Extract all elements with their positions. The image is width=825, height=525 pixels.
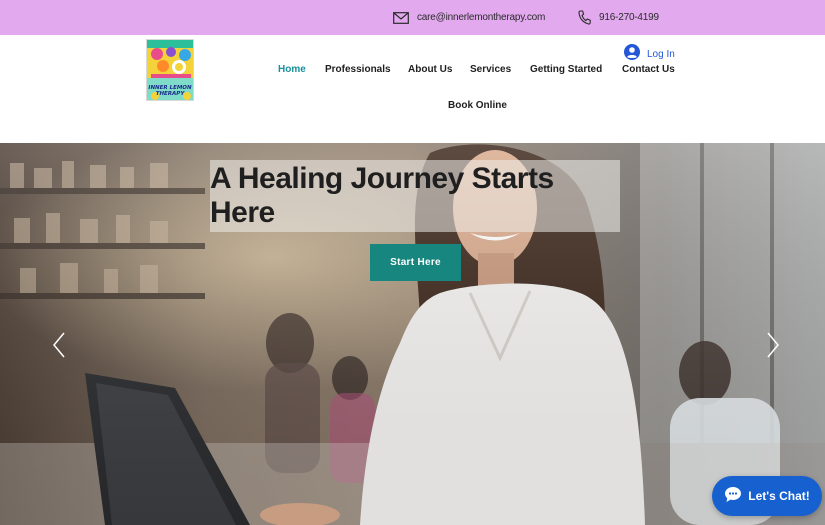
site-header: INNER LEMON THERAPY Log In Home Professi… [0, 35, 825, 143]
chat-button[interactable]: Let's Chat! [712, 476, 822, 516]
user-avatar-icon [624, 44, 640, 64]
email-contact[interactable]: care@innerlemontherapy.com [393, 0, 545, 35]
hero-slideshow: A Healing Journey Starts Here Start Here [0, 143, 825, 525]
phone-number[interactable]: 916-270-4199 [599, 12, 659, 23]
hero-headline: A Healing Journey Starts Here [210, 162, 554, 229]
chevron-right-icon[interactable] [766, 331, 780, 359]
headline-box: A Healing Journey Starts Here [210, 160, 620, 232]
logo-text: INNER LEMON THERAPY [148, 85, 192, 97]
mail-icon [393, 11, 409, 24]
nav-getting-started[interactable]: Getting Started [530, 64, 602, 75]
nav-about-us[interactable]: About Us [408, 64, 452, 75]
phone-contact[interactable]: 916-270-4199 [578, 0, 659, 35]
email-address[interactable]: care@innerlemontherapy.com [417, 12, 545, 23]
login-label[interactable]: Log In [647, 49, 675, 60]
chat-label[interactable]: Let's Chat! [748, 489, 810, 503]
phone-icon [578, 10, 591, 25]
nav-contact-us[interactable]: Contact Us [622, 64, 675, 75]
nav-home[interactable]: Home [278, 64, 306, 75]
nav-professionals[interactable]: Professionals [325, 64, 391, 75]
top-contact-bar: care@innerlemontherapy.com 916-270-4199 [0, 0, 825, 35]
nav-services[interactable]: Services [470, 64, 511, 75]
chat-bubble-icon [724, 486, 742, 507]
site-logo[interactable]: INNER LEMON THERAPY [146, 39, 194, 101]
login-button[interactable]: Log In [624, 44, 675, 64]
nav-book-online[interactable]: Book Online [448, 100, 507, 111]
start-here-button[interactable]: Start Here [370, 244, 461, 281]
page: care@innerlemontherapy.com 916-270-4199 [0, 0, 825, 525]
chevron-left-icon[interactable] [52, 331, 66, 359]
